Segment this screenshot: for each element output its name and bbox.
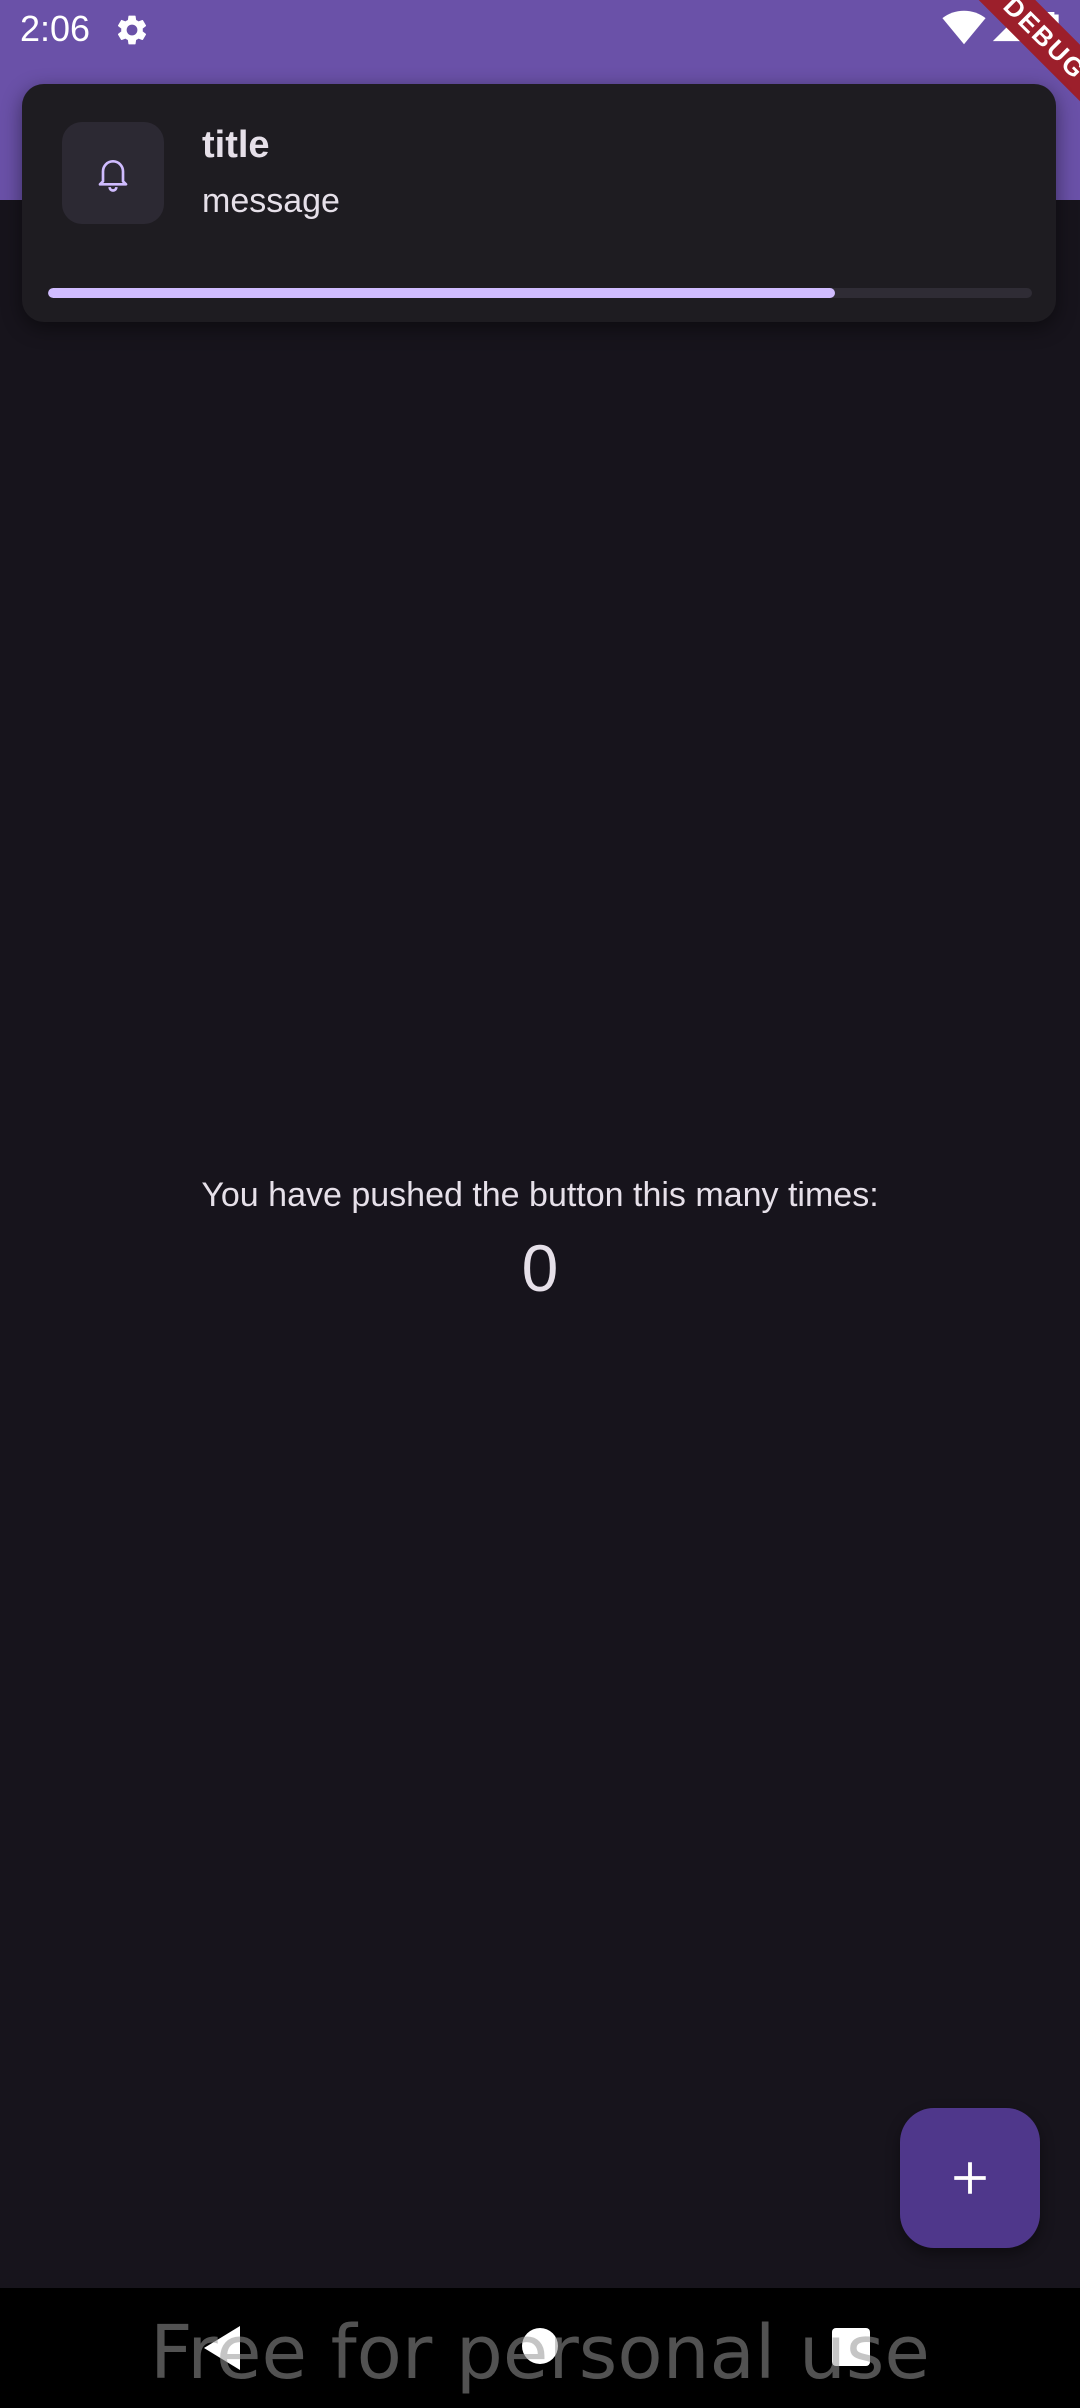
status-time: 2:06: [20, 8, 91, 49]
app-screen: 2:06 DEBUG title message You have pushed…: [0, 0, 1080, 2408]
bell-icon: [98, 160, 128, 192]
notification-progress-fill: [48, 288, 836, 298]
wifi-icon: [942, 10, 986, 45]
notification-card[interactable]: title message: [22, 84, 1056, 322]
notification-title: title: [202, 124, 270, 166]
watermark: Free for personal use: [150, 2310, 930, 2396]
notification-progress-bar: [48, 288, 1032, 298]
notification-icon-container: [62, 122, 164, 224]
notification-message: message: [202, 182, 340, 220]
plus-icon: [954, 2162, 986, 2194]
increment-button[interactable]: [900, 2108, 1040, 2248]
status-bar: 2:06: [0, 0, 1080, 60]
counter-value: 0: [521, 1231, 559, 1305]
counter-caption: You have pushed the button this many tim…: [201, 1176, 879, 1214]
gear-icon: [117, 15, 147, 45]
